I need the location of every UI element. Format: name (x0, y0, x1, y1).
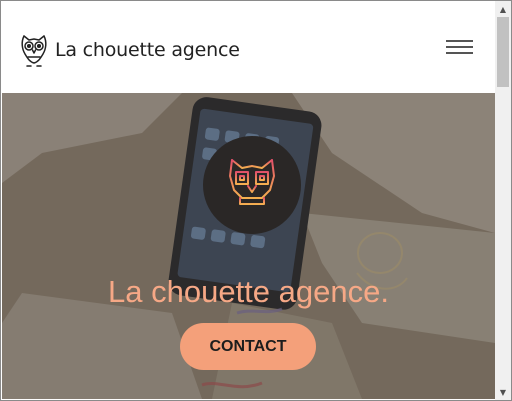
home-logo-link[interactable]: La chouette agence (19, 32, 240, 68)
browser-frame: La chouette agence La chouette agence. C… (0, 0, 512, 401)
brand-name: La chouette agence (55, 39, 240, 61)
hero-section: La chouette agence. CONTACT (2, 93, 495, 399)
hamburger-menu-icon[interactable] (446, 40, 474, 58)
contact-button[interactable]: CONTACT (180, 323, 316, 370)
site-header: La chouette agence (2, 2, 495, 93)
scroll-down-arrow-icon[interactable]: ▼ (495, 384, 511, 400)
hero-title: La chouette agence. (108, 273, 389, 309)
scroll-up-arrow-icon[interactable]: ▲ (495, 1, 511, 17)
page-viewport: La chouette agence La chouette agence. C… (2, 2, 495, 399)
owl-emblem-icon (203, 136, 301, 234)
vertical-scrollbar[interactable]: ▲ ▼ (495, 1, 511, 400)
owl-logo-icon (21, 35, 47, 67)
scrollbar-thumb[interactable] (497, 17, 509, 87)
